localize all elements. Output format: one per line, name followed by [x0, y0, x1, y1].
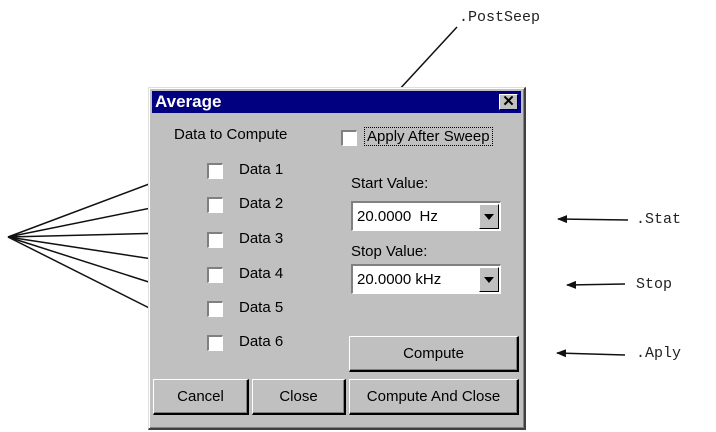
data-1-checkbox[interactable]	[207, 163, 223, 179]
start-value-label: Start Value:	[351, 175, 429, 192]
data-2-label[interactable]: Data 2	[239, 195, 283, 212]
data-3-checkbox[interactable]	[207, 232, 223, 248]
cancel-button[interactable]: Cancel	[153, 379, 249, 415]
data-1-label[interactable]: Data 1	[239, 161, 283, 178]
close-icon[interactable]: ✕	[499, 94, 518, 110]
start-value-combo[interactable]: 20.0000 Hz	[351, 201, 501, 231]
data-to-compute-label: Data to Compute	[174, 126, 288, 143]
average-dialog: Average ✕ Data to Compute Apply After Sw…	[148, 87, 526, 430]
stop-value-label: Stop Value:	[351, 243, 428, 260]
close-button[interactable]: Close	[252, 379, 346, 415]
annotation-start: .Stat	[636, 211, 682, 228]
data-4-label[interactable]: Data 4	[239, 265, 283, 282]
compute-button[interactable]: Compute	[349, 336, 519, 372]
annotation-apply: .Aply	[636, 345, 682, 362]
start-dropdown-arrow-icon[interactable]	[479, 204, 499, 229]
apply-after-sweep-label[interactable]: Apply After Sweep	[364, 127, 493, 146]
data-4-checkbox[interactable]	[207, 267, 223, 283]
data-2-checkbox[interactable]	[207, 197, 223, 213]
stop-dropdown-arrow-icon[interactable]	[479, 267, 499, 292]
dialog-titlebar[interactable]: Average ✕	[152, 91, 521, 113]
arrow-start	[557, 215, 629, 224]
stop-value-text: 20.0000 kHz	[357, 271, 442, 288]
annotation-stop: Stop	[636, 276, 673, 293]
data-3-label[interactable]: Data 3	[239, 230, 283, 247]
dialog-title: Average	[155, 92, 222, 111]
data-6-label[interactable]: Data 6	[239, 333, 283, 350]
apply-after-sweep-checkbox[interactable]	[341, 130, 357, 146]
data-5-label[interactable]: Data 5	[239, 299, 283, 316]
stop-value-combo[interactable]: 20.0000 kHz	[351, 264, 501, 294]
annotation-post-sweep: .PostSeep	[459, 9, 541, 26]
start-value-text: 20.0000 Hz	[357, 208, 438, 225]
data-5-checkbox[interactable]	[207, 301, 223, 317]
compute-and-close-button[interactable]: Compute And Close	[349, 379, 519, 415]
data-6-checkbox[interactable]	[207, 335, 223, 351]
arrow-stop	[566, 280, 626, 289]
arrow-apply	[556, 349, 626, 358]
